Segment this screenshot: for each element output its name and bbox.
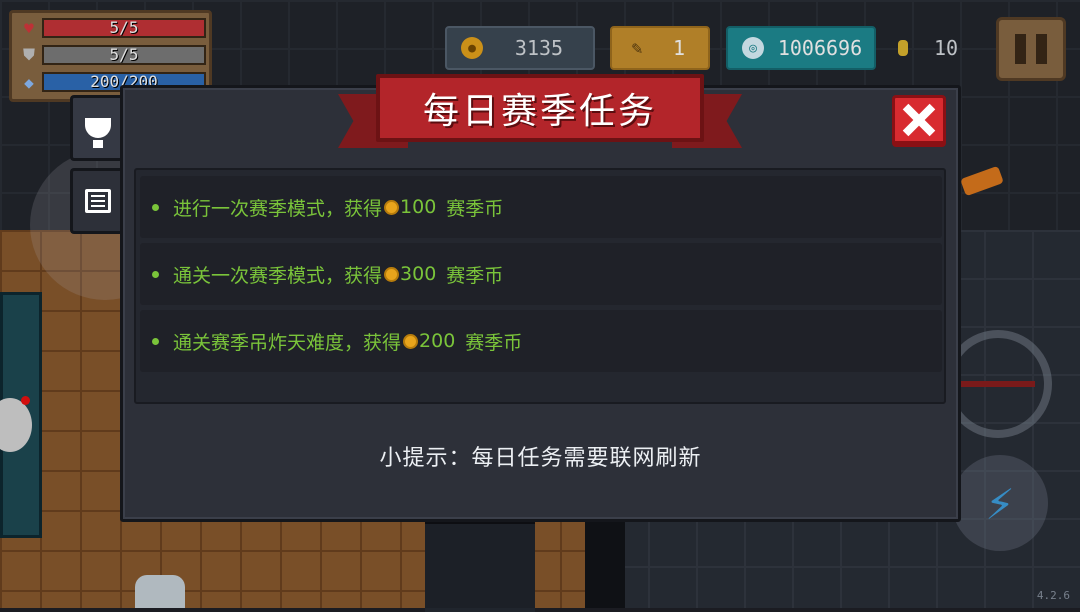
task-list: 进行一次赛季模式，获得 100 赛季币 通关一次赛季模式，获得 300 赛季币 … [134, 168, 946, 404]
season-coin-icon [384, 266, 400, 282]
task-reward-unit: 赛季币 [446, 197, 504, 220]
task-item: 进行一次赛季模式，获得 100 赛季币 [140, 176, 942, 238]
close-icon [902, 103, 936, 137]
task-item: 通关一次赛季模式，获得 300 赛季币 [140, 243, 942, 305]
task-item: 通关赛季吊炸天难度，获得 200 赛季币 [140, 310, 942, 372]
task-reward-amount: 300 [400, 263, 437, 285]
tip-text: 小提示：每日任务需要联网刷新 [379, 446, 702, 471]
season-coin-icon [403, 333, 419, 349]
task-description: 通关一次赛季模式，获得 [173, 264, 383, 287]
trophy-icon [84, 118, 111, 148]
task-description: 通关赛季吊炸天难度，获得 [173, 331, 402, 354]
task-reward-amount: 200 [419, 330, 456, 352]
task-description: 进行一次赛季模式，获得 [173, 197, 383, 220]
dialog-title-banner: 每日赛季任务 [338, 72, 742, 156]
bullet-icon [152, 337, 159, 345]
task-reward-amount: 100 [400, 196, 437, 218]
dialog-title: 每日赛季任务 [376, 74, 704, 142]
task-reward-unit: 赛季币 [446, 264, 504, 287]
bullet-icon [152, 270, 159, 278]
close-button[interactable] [892, 95, 946, 147]
list-icon [84, 189, 111, 213]
bullet-icon [152, 203, 159, 211]
tab-tasks[interactable] [70, 168, 122, 234]
season-coin-icon [384, 199, 400, 215]
tab-achievements[interactable] [70, 95, 122, 161]
task-reward-unit: 赛季币 [465, 331, 523, 354]
